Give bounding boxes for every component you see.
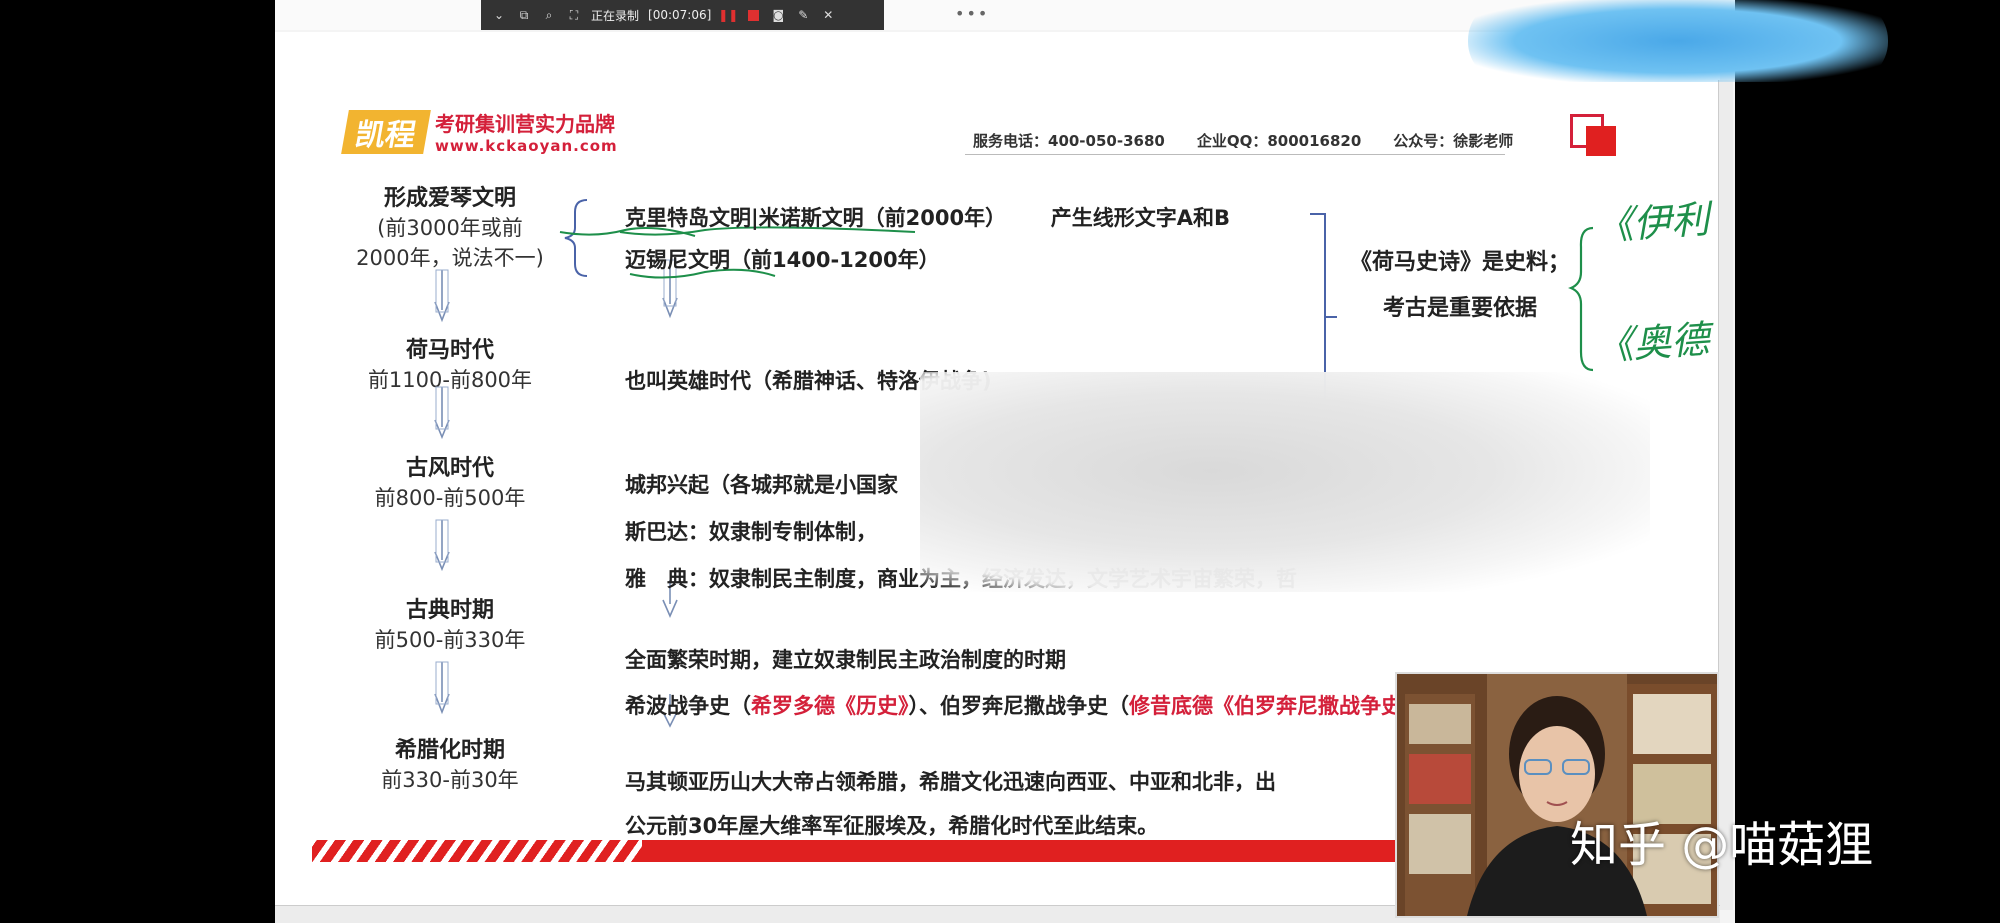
arrow-down-icon <box>434 387 450 440</box>
era-date: 2000年，说法不一) <box>356 246 544 270</box>
fullscreen-icon[interactable]: ⛶ <box>566 7 582 23</box>
pause-icon[interactable]: ❚❚ <box>718 7 738 23</box>
handwritten-odyssey: 《奥德 <box>1593 317 1711 369</box>
arrow-down-icon <box>434 662 450 715</box>
window-icon[interactable]: ⧉ <box>516 7 532 23</box>
close-icon[interactable]: ✕ <box>820 7 836 23</box>
side-note-line-2: 考古是重要依据 <box>1382 296 1537 321</box>
vertical-scrollbar[interactable] <box>1718 80 1733 910</box>
side-note: 《荷马史诗》是史料； 考古是重要依据 <box>1340 244 1580 322</box>
era-date: 前1100-前800年 <box>367 368 533 392</box>
collapse-icon[interactable]: ⌄ <box>491 7 507 23</box>
blurred-region <box>920 372 1650 592</box>
era-name: 形成爱琴文明 <box>383 186 516 211</box>
archaic-line-2: 斯巴达：奴隶制专制体制， <box>625 520 877 544</box>
classical-line-1: 全面繁荣时期，建立奴隶制民主政治制度的时期 <box>625 648 1066 672</box>
brand-logo: 凯程 考研集训营实力品牌 www.kckaoyan.com <box>341 108 618 155</box>
era-homer: 荷马时代 前1100-前800年 <box>335 332 565 394</box>
camera-icon[interactable]: ◙ <box>770 7 786 23</box>
stop-icon[interactable] <box>745 7 761 23</box>
pen-icon[interactable]: ✎ <box>795 7 811 23</box>
header-rule <box>965 154 1505 155</box>
hellenistic-line-2: 公元前30年屋大维率军征服埃及，希腊化时代至此结束。 <box>625 814 1159 838</box>
archaic-line-1: 城邦兴起（各城邦就是小国家 <box>625 473 898 497</box>
era-date: 前330-前30年 <box>381 768 519 792</box>
recording-timer: [00:07:06] <box>648 8 712 22</box>
company-qq: 企业QQ：800016820 <box>1196 132 1362 150</box>
handwritten-iliad: 《伊利 <box>1593 197 1711 249</box>
era-date: 前800-前500年 <box>374 486 526 510</box>
corner-logo-squares <box>1570 114 1620 160</box>
left-brace <box>564 199 588 277</box>
brand-slogan: 考研集训营实力品牌 <box>435 112 615 136</box>
footer-stripe <box>312 840 1492 862</box>
classical-line-2: 希波战争史（希罗多德《历史》）、伯罗奔尼撒战争史（修昔底德《伯罗奔尼撒战争史》） <box>625 694 1434 718</box>
search-icon[interactable]: ⌕ <box>541 7 557 23</box>
era-name: 古风时代 <box>405 456 494 481</box>
recording-toolbar: ⌄ ⧉ ⌕ ⛶ 正在录制 [00:07:06] ❚❚ ◙ ✎ ✕ <box>481 0 884 30</box>
era-archaic: 古风时代 前800-前500年 <box>335 450 565 512</box>
aegean-line-2: 迈锡尼文明（前1400-1200年） <box>625 248 940 272</box>
zhihu-watermark: 知乎 @喵菇狸 <box>1570 817 1874 873</box>
logo-mark: 凯程 <box>341 109 431 154</box>
era-hellenistic: 希腊化时期 前330-前30年 <box>335 732 565 794</box>
brand-url: www.kckaoyan.com <box>435 137 618 155</box>
era-date: 前500-前330年 <box>374 628 526 652</box>
arrow-down-icon <box>434 270 450 323</box>
side-note-line-1: 《荷马史诗》是史料； <box>1349 250 1570 275</box>
era-name: 古典时期 <box>405 598 494 623</box>
webcam-video <box>1395 672 1719 918</box>
arrow-down-icon <box>434 520 450 572</box>
era-name: 荷马时代 <box>405 338 494 363</box>
blurred-overlay <box>1468 0 1888 82</box>
more-icon[interactable]: ••• <box>955 4 989 23</box>
era-classical: 古典时期 前500-前330年 <box>335 592 565 654</box>
aegean-line-1: 克里特岛文明|米诺斯文明（前2000年） 产生线形文字A和B <box>625 206 1231 230</box>
contact-header: 服务电话：400-050-3680 企业QQ：800016820 公众号：徐影老… <box>973 130 1513 151</box>
hellenistic-line-1: 马其顿亚历山大大帝占领希腊，希腊文化迅速向西亚、中亚和北非，出 <box>625 770 1276 794</box>
wechat-account: 公众号：徐影老师 <box>1393 132 1514 150</box>
era-date: (前3000年或前 <box>377 216 523 240</box>
service-phone: 服务电话：400-050-3680 <box>973 132 1165 150</box>
era-name: 希腊化时期 <box>394 738 505 763</box>
recording-status: 正在录制 <box>591 8 640 23</box>
era-aegean: 形成爱琴文明 (前3000年或前 2000年，说法不一) <box>335 180 565 272</box>
presenter-video-frame <box>1397 674 1717 916</box>
